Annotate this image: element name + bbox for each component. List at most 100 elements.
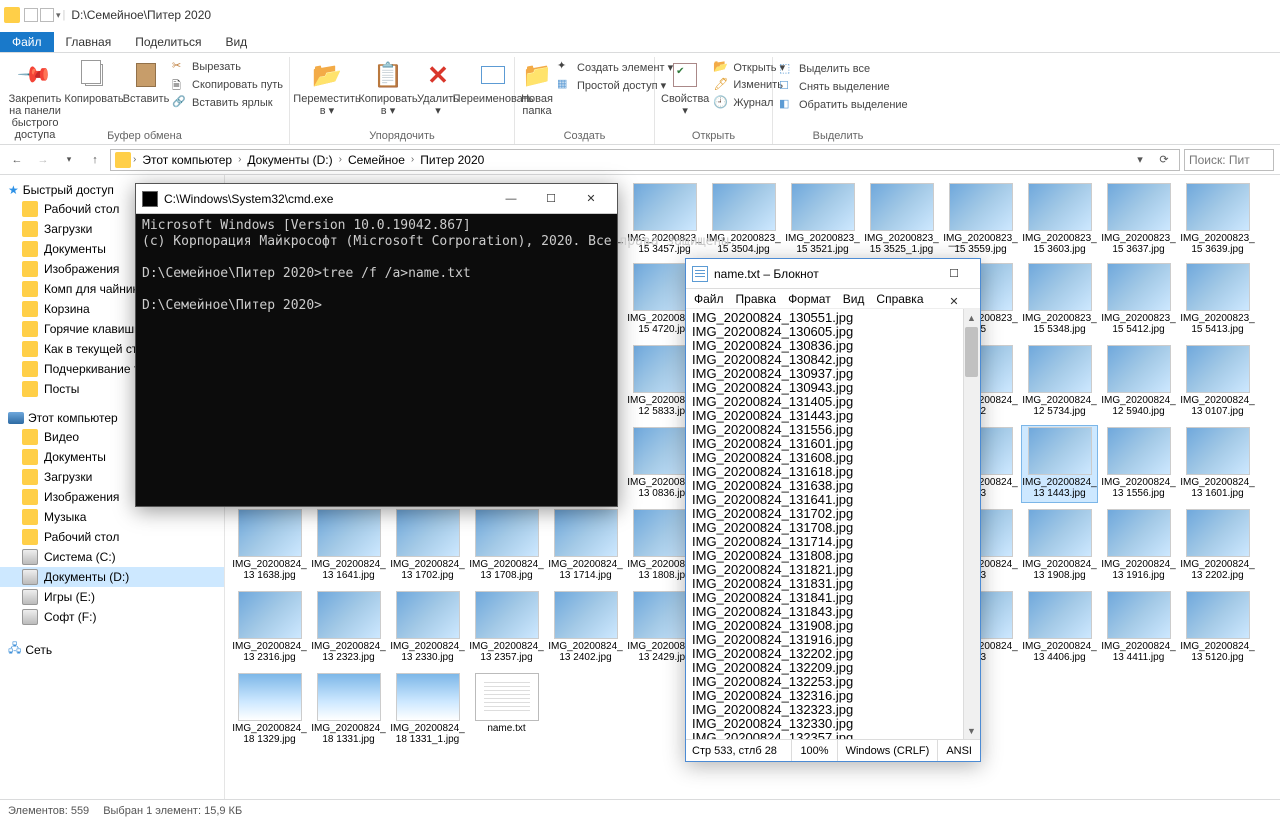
file-item-image[interactable]: IMG_20200824_12 5940.jpg — [1100, 343, 1177, 421]
file-item-image[interactable]: IMG_20200824_13 2316.jpg — [231, 589, 308, 667]
tab-share[interactable]: Поделиться — [123, 32, 213, 52]
file-item-image[interactable]: IMG_20200824_13 2402.jpg — [547, 589, 624, 667]
file-item-image[interactable]: IMG_20200823_15 3639.jpg — [1179, 181, 1256, 257]
file-item-image[interactable]: IMG_20200823_15 3603.jpg — [1021, 181, 1098, 257]
notepad-window[interactable]: name.txt – Блокнот — ☐ ✕ Файл Правка Фор… — [685, 258, 981, 762]
menu-format[interactable]: Формат — [788, 292, 831, 306]
nav-pc-item[interactable]: Документы (D:) — [0, 567, 224, 587]
nav-pc-item[interactable]: Софт (F:) — [0, 607, 224, 627]
menu-file[interactable]: Файл — [694, 292, 724, 306]
paste-button[interactable]: Вставить — [124, 57, 168, 105]
file-item-image[interactable]: IMG_20200824_13 1908.jpg — [1021, 507, 1098, 585]
file-item-image[interactable]: IMG_20200824_13 0107.jpg — [1179, 343, 1256, 421]
newitem-icon: ✦ — [557, 59, 573, 75]
nav-network[interactable]: 🖧Сеть — [0, 637, 224, 662]
notepad-title-bar[interactable]: name.txt – Блокнот — ☐ ✕ — [686, 259, 980, 289]
file-item-image[interactable]: IMG_20200824_13 1556.jpg — [1100, 425, 1177, 503]
file-item-image[interactable]: IMG_20200823_15 5348.jpg — [1021, 261, 1098, 339]
delete-icon: ✕ — [427, 60, 449, 91]
minimize-button[interactable]: — — [934, 232, 974, 260]
file-item-image[interactable]: IMG_20200824_18 1329.jpg — [231, 671, 308, 747]
copy-path-button[interactable]: 🗎Скопировать путь — [172, 77, 283, 93]
up-button[interactable]: ↑ — [84, 149, 106, 171]
refresh-icon[interactable]: ⟳ — [1153, 149, 1175, 171]
file-item-txt[interactable]: name.txt — [468, 671, 545, 747]
crumb-folder1[interactable]: Семейное — [344, 153, 409, 167]
invert-selection-button[interactable]: ◧Обратить выделение — [779, 97, 908, 113]
file-item-image[interactable]: IMG_20200824_13 1601.jpg — [1179, 425, 1256, 503]
file-item-image[interactable]: IMG_20200824_13 1916.jpg — [1100, 507, 1177, 585]
crumb-pc[interactable]: Этот компьютер — [138, 153, 236, 167]
tab-home[interactable]: Главная — [54, 32, 124, 52]
file-item-image[interactable]: IMG_20200824_13 1443.jpg — [1021, 425, 1098, 503]
cmd-window[interactable]: C:\Windows\System32\cmd.exe — ☐ ✕ Micros… — [135, 183, 618, 507]
select-none-button[interactable]: ☐Снять выделение — [779, 79, 908, 95]
qat-slot[interactable] — [24, 8, 38, 22]
addr-dropdown-icon[interactable]: ▾ — [1129, 149, 1151, 171]
paste-shortcut-button[interactable]: 🔗Вставить ярлык — [172, 95, 283, 111]
notepad-menu: Файл Правка Формат Вид Справка — [686, 289, 980, 309]
file-item-image[interactable]: IMG_20200824_13 4411.jpg — [1100, 589, 1177, 667]
close-button[interactable]: ✕ — [571, 185, 611, 213]
file-item-image[interactable]: IMG_20200824_13 5120.jpg — [1179, 589, 1256, 667]
scrollbar-vertical[interactable]: ▲ ▼ — [963, 309, 980, 739]
minimize-button[interactable]: — — [491, 185, 531, 213]
file-item-image[interactable]: IMG_20200824_18 1331_1.jpg — [389, 671, 466, 747]
menu-edit[interactable]: Правка — [736, 292, 777, 306]
file-item-image[interactable]: IMG_20200824_12 5734.jpg — [1021, 343, 1098, 421]
qat-dropdown-icon[interactable]: ▾ — [56, 10, 61, 21]
copy-button[interactable]: Копировать — [68, 57, 120, 105]
search-input[interactable]: Поиск: Пит — [1184, 149, 1274, 171]
back-button[interactable]: ← — [6, 149, 28, 171]
scrollbar-down-icon[interactable]: ▼ — [963, 722, 980, 739]
pin-button[interactable]: 📌 Закрепить на панели быстрого доступа — [6, 57, 64, 141]
menu-help[interactable]: Справка — [876, 292, 923, 306]
file-item-image[interactable]: IMG_20200824_13 2330.jpg — [389, 589, 466, 667]
nav-pc-item[interactable]: Игры (Е:) — [0, 587, 224, 607]
file-item-image[interactable]: IMG_20200824_13 1638.jpg — [231, 507, 308, 585]
breadcrumb[interactable]: › Этот компьютер› Документы (D:)› Семейн… — [110, 149, 1180, 171]
file-item-image[interactable]: IMG_20200824_13 1708.jpg — [468, 507, 545, 585]
new-folder-button[interactable]: 📁Новая папка — [521, 57, 553, 117]
file-item-image[interactable]: IMG_20200823_15 5412.jpg — [1100, 261, 1177, 339]
crumb-drive[interactable]: Документы (D:) — [243, 153, 336, 167]
file-label: IMG_20200824_13 1638.jpg — [231, 559, 308, 581]
notepad-body[interactable]: IMG_20200824_130551.jpg IMG_20200824_130… — [686, 309, 980, 739]
scrollbar-up-icon[interactable]: ▲ — [963, 309, 980, 326]
select-all-button[interactable]: ⬚Выделить все — [779, 61, 908, 77]
scrollbar-thumb[interactable] — [965, 327, 978, 377]
qat-slot[interactable] — [40, 8, 54, 22]
copy-to-button[interactable]: 📋Копировать в ▾ — [362, 57, 414, 117]
recent-button[interactable]: ▾ — [58, 149, 80, 171]
tab-view[interactable]: Вид — [213, 32, 259, 52]
maximize-button[interactable]: ☐ — [531, 185, 571, 213]
file-item-image[interactable]: IMG_20200824_13 2357.jpg — [468, 589, 545, 667]
file-item-image[interactable]: IMG_20200823_15 3637.jpg — [1100, 181, 1177, 257]
cmd-title-bar[interactable]: C:\Windows\System32\cmd.exe — ☐ ✕ — [136, 184, 617, 214]
file-item-image[interactable]: IMG_20200824_13 1702.jpg — [389, 507, 466, 585]
file-item-image[interactable]: IMG_20200823_15 5413.jpg — [1179, 261, 1256, 339]
file-item-image[interactable]: IMG_20200823_15 3521.jpg — [784, 181, 861, 257]
file-item-image[interactable]: IMG_20200824_18 1331.jpg — [310, 671, 387, 747]
file-item-image[interactable]: IMG_20200824_13 1641.jpg — [310, 507, 387, 585]
file-thumbnail — [633, 183, 697, 231]
nav-pc-item[interactable]: Система (С:) — [0, 547, 224, 567]
crumb-folder2[interactable]: Питер 2020 — [416, 153, 488, 167]
file-item-image[interactable]: IMG_20200824_13 2323.jpg — [310, 589, 387, 667]
cmd-body[interactable]: Microsoft Windows [Version 10.0.19042.86… — [136, 214, 617, 318]
maximize-button[interactable]: ☐ — [934, 260, 974, 288]
file-item-image[interactable]: IMG_20200824_13 2202.jpg — [1179, 507, 1256, 585]
file-item-image[interactable]: IMG_20200824_13 1714.jpg — [547, 507, 624, 585]
file-thumbnail — [1107, 509, 1171, 557]
file-item-image[interactable]: IMG_20200823_15 3525_1.jpg — [863, 181, 940, 257]
forward-button[interactable]: → — [32, 149, 54, 171]
menu-view[interactable]: Вид — [843, 292, 865, 306]
move-to-button[interactable]: 📂Переместить в ▾ — [296, 57, 358, 117]
delete-button[interactable]: ✕Удалить ▾ — [418, 57, 458, 117]
properties-button[interactable]: ✔Свойства ▾ — [661, 57, 709, 117]
nav-pc-item[interactable]: Музыка — [0, 507, 224, 527]
nav-pc-item[interactable]: Рабочий стол — [0, 527, 224, 547]
file-item-image[interactable]: IMG_20200824_13 4406.jpg — [1021, 589, 1098, 667]
cut-button[interactable]: ✂Вырезать — [172, 59, 283, 75]
tab-file[interactable]: Файл — [0, 32, 54, 52]
